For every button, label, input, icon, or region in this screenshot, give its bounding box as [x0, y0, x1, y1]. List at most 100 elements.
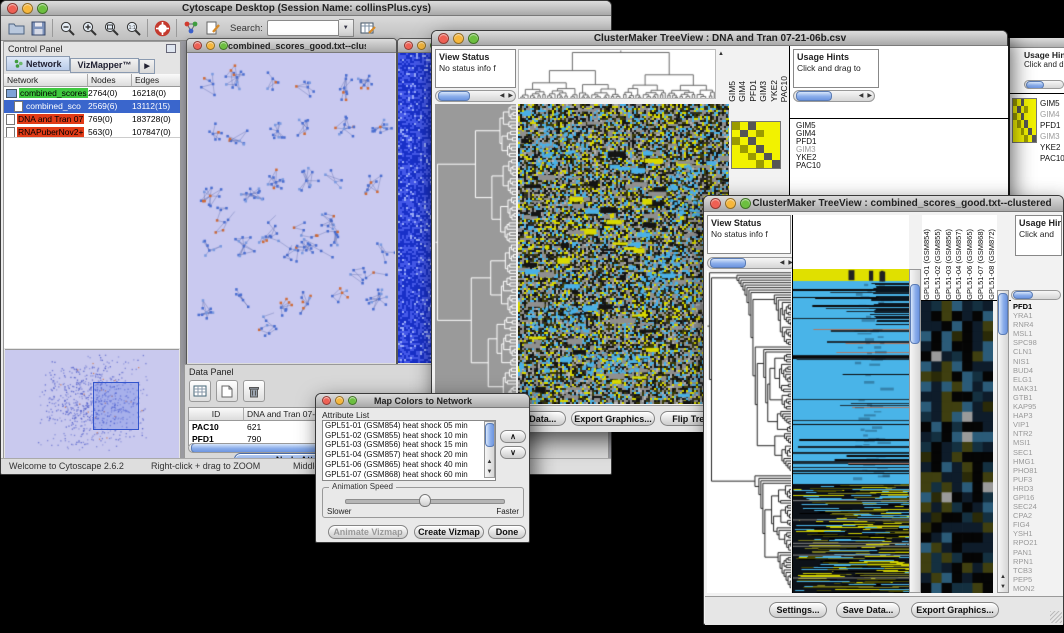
gene-label[interactable]: RPO21: [1013, 538, 1061, 547]
tab-overflow-arrow[interactable]: ▶: [139, 59, 154, 74]
gene-label[interactable]: SEC24: [1013, 502, 1061, 511]
dna-zoom-hscrollbar[interactable]: ◀ ▶: [793, 90, 875, 102]
network-view-canvas[interactable]: [188, 53, 395, 363]
close-icon[interactable]: [322, 396, 331, 405]
maximize-icon[interactable]: [468, 33, 479, 44]
resize-grip[interactable]: [1050, 611, 1062, 623]
partial-hscrollbar[interactable]: [1024, 80, 1064, 89]
gene-label[interactable]: SEC1: [1013, 448, 1061, 457]
spinner-up-icon[interactable]: ▲: [716, 49, 726, 59]
attrib-item[interactable]: GPL51-03 (GSM856) heat shock 15 min: [325, 440, 495, 450]
array-label[interactable]: GPL51-07 (GSM868): [976, 229, 986, 300]
scroll-up-icon[interactable]: ▲: [485, 457, 495, 467]
network-overview-panel[interactable]: [5, 349, 179, 458]
vizmapper-icon[interactable]: [181, 18, 201, 38]
gene-label[interactable]: YKE2: [1040, 142, 1064, 153]
save-icon[interactable]: [28, 18, 48, 38]
treeview-dna-titlebar[interactable]: ClusterMaker TreeView : DNA and Tran 07-…: [432, 31, 1007, 46]
array-label[interactable]: PAC10: [779, 76, 789, 102]
gene-label[interactable]: PFD1: [1013, 302, 1061, 311]
tab-vizmapper[interactable]: VizMapper™: [70, 58, 140, 73]
animate-vizmap-button[interactable]: Animate Vizmap: [328, 525, 408, 539]
open-folder-icon[interactable]: [6, 18, 26, 38]
gene-label[interactable]: BUD4: [1013, 366, 1061, 375]
gene-label[interactable]: MSI1: [1013, 438, 1061, 447]
window-controls[interactable]: [187, 41, 228, 50]
minimize-icon[interactable]: [725, 198, 736, 209]
gene-label[interactable]: PEP5: [1013, 575, 1061, 584]
network-view-window[interactable]: combined_scores_good.txt--cluste...: [186, 38, 397, 365]
similarity-matrix[interactable]: [731, 121, 781, 169]
col-nodes[interactable]: Nodes: [88, 74, 132, 87]
settings-button[interactable]: Settings...: [769, 602, 827, 618]
scroll-right-icon[interactable]: ▶: [865, 91, 874, 101]
attrib-item[interactable]: GPL51-02 (GSM855) heat shock 10 min: [325, 431, 495, 441]
speed-slider-thumb[interactable]: [419, 494, 431, 507]
gene-label[interactable]: YSH1: [1013, 529, 1061, 538]
export-graphics-button[interactable]: Export Graphics...: [571, 411, 655, 426]
array-dendrogram-canvas[interactable]: [518, 49, 716, 99]
gene-label[interactable]: GIM5: [1040, 98, 1064, 109]
scroll-left-icon[interactable]: ◀: [498, 91, 507, 101]
gene-label[interactable]: GIM3: [1040, 131, 1064, 142]
minimize-icon[interactable]: [335, 396, 344, 405]
close-icon[interactable]: [438, 33, 449, 44]
move-up-button[interactable]: ∧: [500, 430, 526, 443]
combined-main-vscrollbar[interactable]: [909, 269, 921, 593]
id-column-header[interactable]: ID: [189, 408, 244, 421]
close-icon[interactable]: [7, 3, 18, 14]
save-data-button[interactable]: Save Data...: [836, 602, 900, 618]
zoom-out-icon[interactable]: [57, 18, 77, 38]
gene-label[interactable]: PHO81: [1013, 466, 1061, 475]
new-attribute-icon[interactable]: [216, 380, 238, 402]
move-down-button[interactable]: ∨: [500, 446, 526, 459]
attribute-listbox[interactable]: GPL51-01 (GSM854) heat shock 05 minGPL51…: [322, 420, 496, 481]
window-controls[interactable]: [432, 33, 479, 44]
array-label[interactable]: PFD1: [748, 80, 758, 102]
gene-label[interactable]: PAC10: [1040, 153, 1064, 164]
gene-label[interactable]: HMG1: [1013, 457, 1061, 466]
annotation-icon[interactable]: [203, 18, 223, 38]
gene-label[interactable]: MON2: [1013, 584, 1061, 593]
gene-label[interactable]: NIS1: [1013, 357, 1061, 366]
treeview-combined-titlebar[interactable]: ClusterMaker TreeView : combined_scores_…: [704, 196, 1063, 212]
combined-row-hscrollbar[interactable]: ◀ ▶: [707, 257, 796, 269]
maximize-icon[interactable]: [348, 396, 357, 405]
minimize-icon[interactable]: [206, 41, 215, 50]
gene-label[interactable]: PFD1: [1040, 120, 1064, 131]
array-label[interactable]: YKE2: [769, 80, 779, 102]
zoom-fit-icon[interactable]: [101, 18, 121, 38]
gene-label[interactable]: TCB3: [1013, 566, 1061, 575]
array-label[interactable]: GPL51-01 (GSM854): [922, 229, 932, 300]
array-label[interactable]: GPL51-08 (GSM872): [987, 229, 997, 300]
maximize-icon[interactable]: [740, 198, 751, 209]
array-label[interactable]: GPL51-02 (GSM855): [933, 229, 943, 300]
maximize-icon[interactable]: [37, 3, 48, 14]
window-controls[interactable]: [704, 198, 751, 209]
gene-label[interactable]: CLN1: [1013, 347, 1061, 356]
minimize-icon[interactable]: [453, 33, 464, 44]
combined-zoom-vscrollbar[interactable]: ▲ ▼: [997, 290, 1009, 593]
zoom-heatmap-canvas[interactable]: [921, 301, 993, 593]
array-label[interactable]: GPL51-06 (GSM865): [965, 229, 975, 300]
close-icon[interactable]: [404, 41, 413, 50]
attrib-item[interactable]: GPL51-01 (GSM854) heat shock 05 min: [325, 421, 495, 431]
create-vizmap-button[interactable]: Create Vizmap: [414, 525, 484, 539]
gene-label[interactable]: HRD3: [1013, 484, 1061, 493]
scroll-down-icon[interactable]: ▼: [485, 467, 495, 477]
gene-list-hscrollbar[interactable]: [1011, 290, 1061, 300]
gene-label[interactable]: VIP1: [1013, 420, 1061, 429]
list-vscrollbar[interactable]: ▲ ▼: [484, 421, 495, 478]
global-heatmap-canvas[interactable]: [793, 269, 909, 593]
dialog-titlebar[interactable]: Map Colors to Network: [316, 394, 529, 408]
gene-label[interactable]: MSL1: [1013, 329, 1061, 338]
gene-label[interactable]: GPI16: [1013, 493, 1061, 502]
window-controls[interactable]: [1, 3, 48, 14]
scroll-down-icon[interactable]: ▼: [998, 582, 1008, 592]
done-button[interactable]: Done: [488, 525, 526, 539]
zoom-in-icon[interactable]: [79, 18, 99, 38]
attrib-item[interactable]: GPL51-04 (GSM857) heat shock 20 min: [325, 450, 495, 460]
array-label[interactable]: GIM4: [737, 81, 747, 102]
similarity-matrix-small[interactable]: [1012, 98, 1037, 143]
delete-attribute-trash-icon[interactable]: [243, 380, 265, 402]
